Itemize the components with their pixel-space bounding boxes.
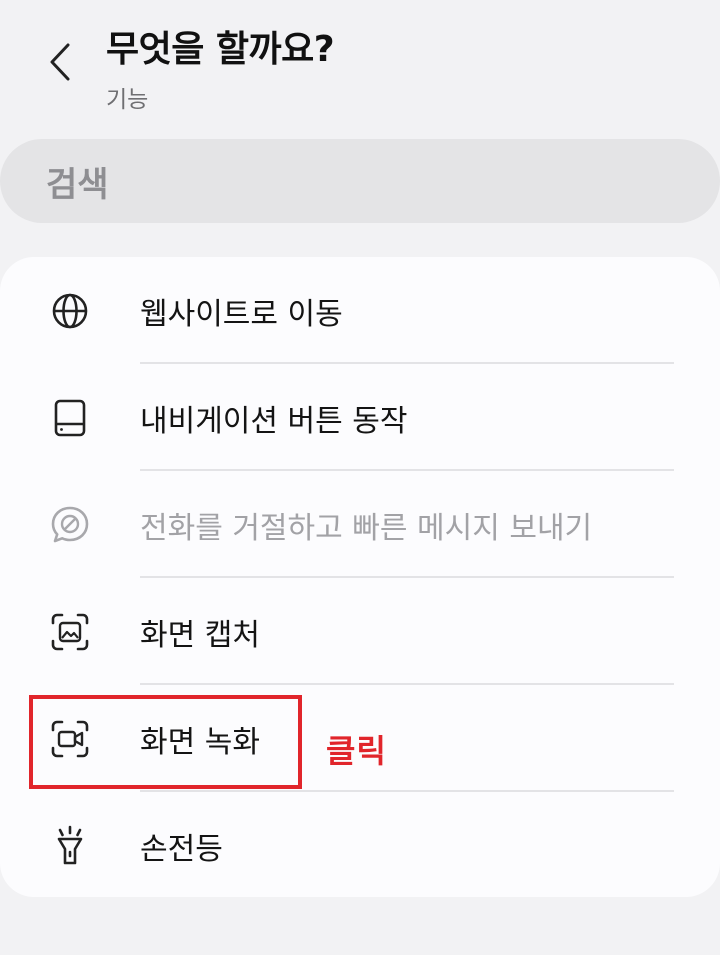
list-item-label: 손전등: [140, 831, 223, 867]
search-field[interactable]: 검색: [0, 139, 720, 223]
app-header: 무엇을 할까요? 기능: [0, 0, 720, 130]
list-item-open-website[interactable]: 웹사이트로 이동: [0, 257, 720, 364]
list-item-flashlight[interactable]: 손전등: [0, 792, 720, 899]
list-item-label: 내비게이션 버튼 동작: [140, 403, 408, 439]
globe-icon: [48, 289, 92, 333]
page-title: 무엇을 할까요?: [106, 29, 335, 70]
list-item-screenshot[interactable]: 화면 캡처: [0, 578, 720, 685]
list-item-label: 화면 녹화: [140, 724, 260, 760]
screenshot-icon: [48, 610, 92, 654]
flashlight-icon: [48, 824, 92, 868]
blocked-message-icon: [48, 503, 92, 547]
search-label: 검색: [46, 164, 109, 205]
back-button[interactable]: [40, 38, 80, 86]
list-item-navigation-buttons[interactable]: 내비게이션 버튼 동작: [0, 364, 720, 471]
list-item-label: 웹사이트로 이동: [140, 296, 343, 332]
page-subtitle: 기능: [106, 87, 149, 113]
action-list: 웹사이트로 이동 내비게이션 버튼 동작 전화를 거절하고 빠른 메시지 보내기: [0, 257, 720, 897]
screen-record-icon: [48, 717, 92, 761]
chevron-left-icon: [50, 43, 70, 81]
click-annotation: 클릭: [326, 732, 387, 770]
list-item-label: 전화를 거절하고 빠른 메시지 보내기: [140, 510, 593, 546]
navigation-bar-icon: [48, 396, 92, 440]
list-item-reject-call-message[interactable]: 전화를 거절하고 빠른 메시지 보내기: [0, 471, 720, 578]
list-item-label: 화면 캡처: [140, 617, 260, 653]
